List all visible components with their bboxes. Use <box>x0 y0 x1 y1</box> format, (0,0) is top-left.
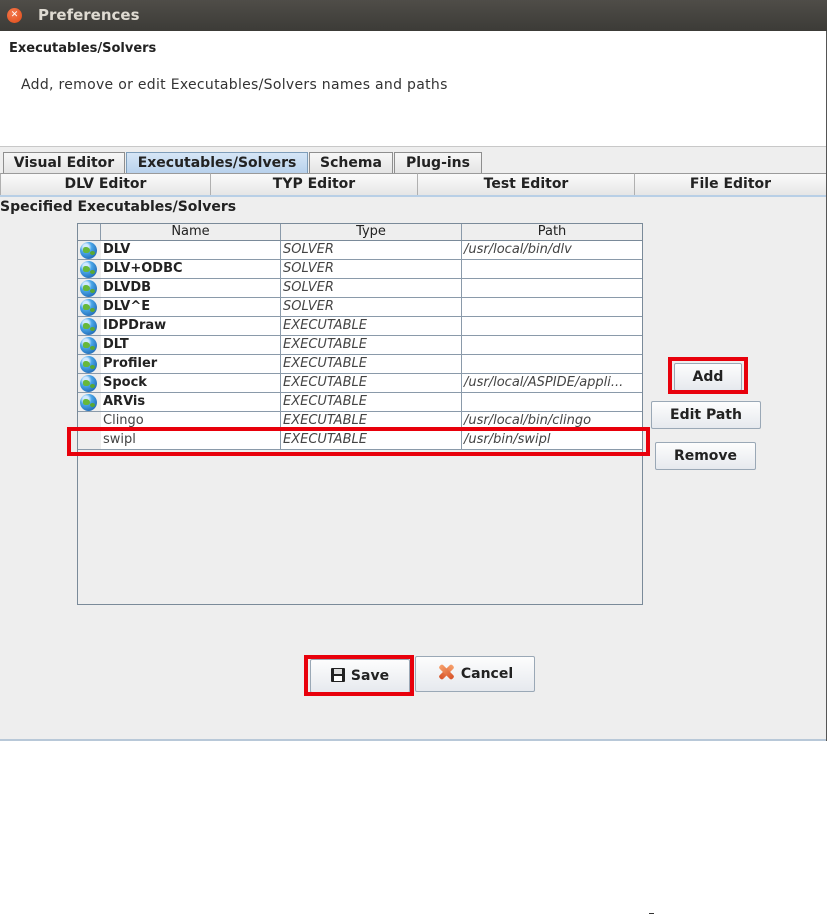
row-icon-cell <box>78 336 101 355</box>
cell-type[interactable]: EXECUTABLE <box>281 355 462 374</box>
table-row[interactable]: Spock EXECUTABLE/usr/local/ASPIDE/appli..… <box>78 374 642 393</box>
cell-type[interactable]: EXECUTABLE <box>281 336 462 355</box>
table-row[interactable]: DLV^E SOLVER <box>78 298 642 317</box>
cell-name[interactable]: DLV+ODBC <box>101 260 281 279</box>
cell-name[interactable]: DLVDB <box>101 279 281 298</box>
column-header-type[interactable]: Type <box>281 224 462 240</box>
tab-visual-editor[interactable]: Visual Editor <box>3 152 125 173</box>
tab-test-editor[interactable]: Test Editor <box>417 173 634 195</box>
primary-tabs: Visual Editor Executables/Solvers Schema… <box>0 152 827 173</box>
column-header-path[interactable]: Path <box>462 224 642 240</box>
cell-path[interactable]: /usr/local/ASPIDE/appli... <box>462 374 642 393</box>
preferences-dialog: Executables/Solvers Add, remove or edit … <box>0 31 827 740</box>
cell-path[interactable] <box>462 298 642 317</box>
globe-icon <box>80 356 97 373</box>
tab-plug-ins[interactable]: Plug-ins <box>394 152 482 173</box>
dialog-header: Executables/Solvers Add, remove or edit … <box>0 31 826 147</box>
cell-type[interactable]: EXECUTABLE <box>281 374 462 393</box>
cell-path[interactable] <box>462 317 642 336</box>
table-row[interactable]: DLVDB SOLVER <box>78 279 642 298</box>
globe-icon <box>80 242 97 259</box>
add-highlight <box>668 357 748 394</box>
edit-path-button[interactable]: Edit Path <box>651 401 761 429</box>
remove-button[interactable]: Remove <box>655 442 756 470</box>
row-icon-cell <box>78 317 101 336</box>
close-icon[interactable]: ✕ <box>7 8 22 23</box>
swipl-row-highlight <box>67 427 650 456</box>
cell-path[interactable] <box>462 279 642 298</box>
cancel-label: Cancel <box>460 666 514 682</box>
tab-typ-editor[interactable]: TYP Editor <box>210 173 417 195</box>
cancel-icon <box>437 663 455 681</box>
row-icon-cell <box>78 298 101 317</box>
dialog-bottom-border <box>0 739 827 741</box>
cell-type[interactable]: EXECUTABLE <box>281 393 462 412</box>
cell-path[interactable] <box>462 336 642 355</box>
tab-dlv-editor[interactable]: DLV Editor <box>0 173 210 195</box>
table-header: Name Type Path <box>78 224 642 241</box>
header-title: Executables/Solvers <box>9 41 157 56</box>
cell-path[interactable] <box>462 260 642 279</box>
cell-name[interactable]: DLV^E <box>101 298 281 317</box>
cell-name[interactable]: DLT <box>101 336 281 355</box>
table-row[interactable]: DLV SOLVER/usr/local/bin/dlv <box>78 241 642 260</box>
title-bar: ✕ Preferences <box>0 0 827 31</box>
cell-type[interactable]: SOLVER <box>281 241 462 260</box>
cell-name[interactable]: ARVis <box>101 393 281 412</box>
tab-divider <box>0 195 827 197</box>
globe-icon <box>80 337 97 354</box>
icon-column-header <box>78 224 101 240</box>
table-row[interactable]: IDPDraw EXECUTABLE <box>78 317 642 336</box>
row-icon-cell <box>78 260 101 279</box>
cell-type[interactable]: SOLVER <box>281 260 462 279</box>
secondary-tabs: DLV Editor TYP Editor Test Editor File E… <box>0 173 827 195</box>
row-icon-cell <box>78 241 101 260</box>
table-row[interactable]: DLV+ODBC SOLVER <box>78 260 642 279</box>
tab-executables-solvers[interactable]: Executables/Solvers <box>126 152 308 173</box>
cell-name[interactable]: Spock <box>101 374 281 393</box>
cell-name[interactable]: IDPDraw <box>101 317 281 336</box>
save-highlight <box>304 655 414 696</box>
stray-mark <box>649 913 654 914</box>
section-label: Specified Executables/Solvers <box>0 199 237 215</box>
row-icon-cell <box>78 355 101 374</box>
table-row[interactable]: DLT EXECUTABLE <box>78 336 642 355</box>
cell-name[interactable]: DLV <box>101 241 281 260</box>
row-icon-cell <box>78 393 101 412</box>
cancel-button[interactable]: Cancel <box>415 656 535 692</box>
table-row[interactable]: ARVis EXECUTABLE <box>78 393 642 412</box>
row-icon-cell <box>78 374 101 393</box>
column-header-name[interactable]: Name <box>101 224 281 240</box>
globe-icon <box>80 394 97 411</box>
cell-path[interactable] <box>462 393 642 412</box>
tab-file-editor[interactable]: File Editor <box>634 173 826 195</box>
globe-icon <box>80 280 97 297</box>
globe-icon <box>80 318 97 335</box>
globe-icon <box>80 375 97 392</box>
cell-type[interactable]: SOLVER <box>281 298 462 317</box>
tab-schema[interactable]: Schema <box>309 152 393 173</box>
cell-path[interactable]: /usr/local/bin/dlv <box>462 241 642 260</box>
table-row[interactable]: Profiler EXECUTABLE <box>78 355 642 374</box>
cell-type[interactable]: SOLVER <box>281 279 462 298</box>
cell-type[interactable]: EXECUTABLE <box>281 317 462 336</box>
cell-name[interactable]: Profiler <box>101 355 281 374</box>
executables-table[interactable]: Name Type Path DLV SOLVER/usr/local/bin/d… <box>77 223 643 605</box>
header-description: Add, remove or edit Executables/Solvers … <box>21 77 448 93</box>
cell-path[interactable] <box>462 355 642 374</box>
row-icon-cell <box>78 279 101 298</box>
window-title: Preferences <box>38 6 140 24</box>
globe-icon <box>80 299 97 316</box>
globe-icon <box>80 261 97 278</box>
